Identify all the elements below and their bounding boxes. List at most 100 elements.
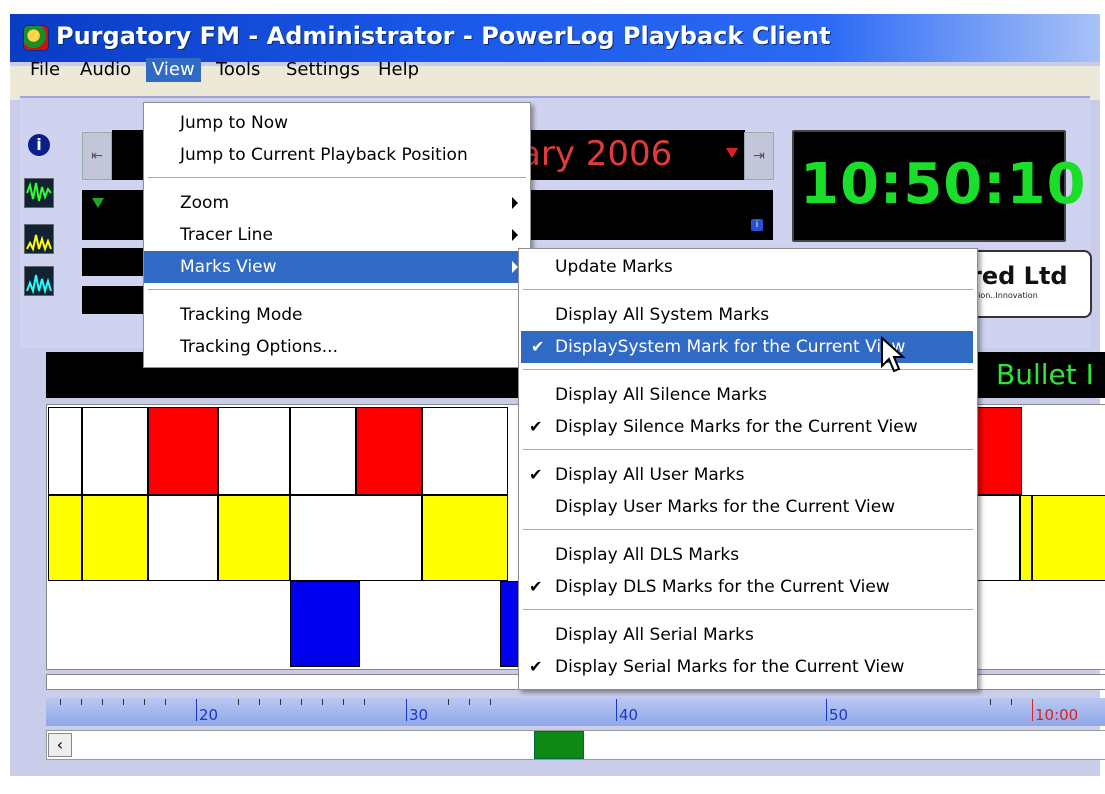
- menu-item-update-marks[interactable]: Update Marks: [519, 251, 977, 283]
- waveform-green-icon[interactable]: [24, 178, 54, 208]
- info-display: [505, 190, 773, 240]
- date-dropdown-icon[interactable]: [726, 148, 738, 158]
- menu-separator: [523, 289, 973, 290]
- menu-item-label: Tracer Line: [180, 225, 273, 245]
- menu-separator: [148, 177, 526, 178]
- menu-item-tracer-line[interactable]: Tracer Line: [144, 219, 530, 251]
- menu-item-all-dls-marks[interactable]: Display All DLS Marks: [519, 539, 977, 571]
- small-info-icon[interactable]: i: [751, 219, 763, 231]
- menu-item-all-serial-marks[interactable]: Display All Serial Marks: [519, 619, 977, 651]
- menu-item-label: Jump to Current Playback Position: [180, 145, 468, 165]
- mark-cell[interactable]: [82, 407, 148, 495]
- menu-audio[interactable]: Audio: [74, 58, 137, 82]
- submenu-arrow-icon: [512, 229, 518, 241]
- menu-item-silence-marks-current[interactable]: ✔ Display Silence Marks for the Current V…: [519, 411, 977, 443]
- ruler-tick: [280, 699, 281, 705]
- ruler-label-20: 20: [199, 706, 219, 724]
- menu-help[interactable]: Help: [372, 58, 425, 82]
- mark-cell[interactable]: [290, 495, 422, 581]
- window-title: Purgatory FM - Administrator - PowerLog …: [56, 22, 831, 50]
- menu-item-tracking-mode[interactable]: Tracking Mode: [144, 299, 530, 331]
- mark-cell[interactable]: [148, 495, 218, 581]
- system-mark[interactable]: [356, 407, 422, 495]
- menu-item-all-silence-marks[interactable]: Display All Silence Marks: [519, 379, 977, 411]
- menu-file[interactable]: File: [24, 58, 66, 82]
- menu-item-tracking-options[interactable]: Tracking Options...: [144, 331, 530, 363]
- menu-item-label: Display All System Marks: [555, 305, 770, 325]
- info-icon[interactable]: i: [28, 134, 50, 156]
- menu-item-jump-to-playback[interactable]: Jump to Current Playback Position: [144, 139, 530, 171]
- ruler-tick: [322, 699, 323, 705]
- ruler-tick: [102, 699, 103, 705]
- checkmark-icon: ✔: [529, 417, 543, 436]
- ruler-major-tick: [406, 699, 407, 721]
- next-button[interactable]: ⇥: [744, 132, 774, 180]
- ruler-tick: [60, 699, 61, 705]
- silence-mark[interactable]: [1032, 495, 1105, 581]
- menu-item-all-system-marks[interactable]: Display All System Marks: [519, 299, 977, 331]
- mark-cell[interactable]: [976, 495, 1020, 581]
- menu-item-label: Display Serial Marks for the Current Vie…: [555, 657, 905, 677]
- ruler-tick: [123, 699, 124, 705]
- ruler-tick: [259, 699, 260, 705]
- mark-cell[interactable]: [48, 407, 82, 495]
- ruler-label-30: 30: [409, 706, 429, 724]
- prev-button[interactable]: ⇤: [82, 132, 112, 180]
- menu-separator: [523, 529, 973, 530]
- clock-time: 10:50:10: [800, 152, 1087, 217]
- menu-tools[interactable]: Tools: [210, 58, 266, 82]
- logo-text: red Ltd: [970, 262, 1068, 290]
- date-text: ary 2006: [520, 134, 673, 174]
- ruler-label-40: 40: [619, 706, 639, 724]
- menu-item-label: Display All Silence Marks: [555, 385, 768, 405]
- now-playing-text: Bullet I: [996, 358, 1094, 391]
- system-mark[interactable]: [148, 407, 218, 495]
- scroll-thumb[interactable]: [534, 731, 584, 759]
- green-dropdown-icon[interactable]: [92, 198, 104, 208]
- menu-settings[interactable]: Settings: [280, 58, 366, 82]
- menu-item-label: DisplaySystem Mark for the Current View: [555, 337, 906, 357]
- silence-mark[interactable]: [82, 495, 148, 581]
- menu-item-label: Display DLS Marks for the Current View: [555, 577, 890, 597]
- view-menu-dropdown: Jump to Now Jump to Current Playback Pos…: [143, 102, 531, 368]
- menu-separator: [523, 449, 973, 450]
- user-mark[interactable]: [290, 581, 360, 667]
- waveform-cyan-icon[interactable]: [24, 266, 54, 296]
- checkmark-icon: ✔: [529, 577, 543, 596]
- menu-item-all-user-marks[interactable]: ✔ Display All User Marks: [519, 459, 977, 491]
- menu-view[interactable]: View: [146, 58, 201, 82]
- ruler-major-tick: [826, 699, 827, 721]
- menu-item-label: Jump to Now: [180, 113, 289, 133]
- menu-item-label: Display User Marks for the Current View: [555, 497, 896, 517]
- mark-cell[interactable]: [422, 407, 508, 495]
- scroll-left-button[interactable]: ‹: [48, 733, 72, 757]
- app-globe-icon: [24, 26, 48, 50]
- menu-item-user-marks-current[interactable]: Display User Marks for the Current View: [519, 491, 977, 523]
- silence-mark[interactable]: [218, 495, 290, 581]
- title-bar[interactable]: Purgatory FM - Administrator - PowerLog …: [10, 14, 1100, 62]
- ruler-label-hour: 10:00: [1035, 706, 1079, 724]
- waveform-yellow-icon[interactable]: [24, 224, 54, 254]
- user-mark[interactable]: [500, 581, 520, 667]
- silence-mark[interactable]: [1020, 495, 1032, 581]
- mark-cell[interactable]: [218, 407, 290, 495]
- ruler-tick: [990, 699, 991, 705]
- menu-item-serial-marks-current[interactable]: ✔ Display Serial Marks for the Current Vi…: [519, 651, 977, 683]
- ruler-major-tick: [616, 699, 617, 721]
- menu-item-dls-marks-current[interactable]: ✔ Display DLS Marks for the Current View: [519, 571, 977, 603]
- silence-mark[interactable]: [422, 495, 508, 581]
- menu-item-label: Tracking Mode: [180, 305, 303, 325]
- menu-separator: [523, 609, 973, 610]
- menu-item-marks-view[interactable]: Marks View: [144, 251, 530, 283]
- mark-cell[interactable]: [290, 407, 356, 495]
- logo-subtitle: tion..Innovation: [975, 291, 1038, 300]
- menu-separator: [148, 289, 526, 290]
- silence-mark[interactable]: [48, 495, 82, 581]
- menu-item-label: Marks View: [180, 257, 277, 277]
- menu-item-jump-to-now[interactable]: Jump to Now: [144, 107, 530, 139]
- menu-item-zoom[interactable]: Zoom: [144, 187, 530, 219]
- menu-item-label: Display All User Marks: [555, 465, 745, 485]
- ruler-tick: [238, 699, 239, 705]
- system-mark[interactable]: [976, 407, 1022, 495]
- ruler-tick: [364, 699, 365, 705]
